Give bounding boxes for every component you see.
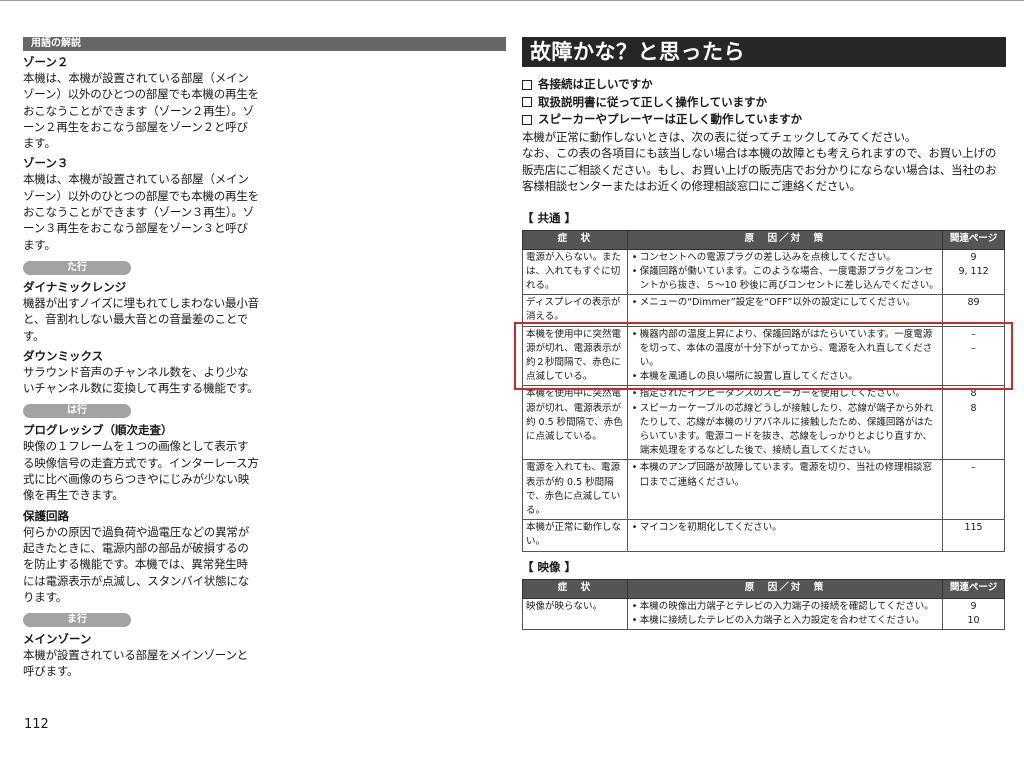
cause-item: マイコンを初期化してください。 bbox=[632, 521, 939, 535]
glossary-entry: ゾーン３ 本機は、本機が設置されている部屋（メインゾーン）以外のひとつの部屋でも本… bbox=[23, 155, 259, 252]
page-ref: 9, 112 bbox=[958, 265, 989, 277]
column-header-cause: 原 因／対 策 bbox=[626, 578, 944, 599]
intro-paragraph-2: なお、この表の各項目にも該当しない場合は本機の故障とも考えられますので、お買い上… bbox=[522, 146, 997, 193]
page-ref: 9 bbox=[970, 600, 977, 612]
symptom-cell: 映像が映らない。 bbox=[522, 597, 628, 630]
column-header-state: 症 状 bbox=[522, 229, 628, 250]
symptom-cell: 電源が入らない。または、入れてもすぐに切れる。 bbox=[522, 248, 628, 296]
glossary-body: ゾーン２ 本機は、本機が設置されている部屋（メインゾーン）以外のひとつの部屋でも本… bbox=[23, 54, 506, 680]
column-header-cause: 原 因／対 策 bbox=[626, 229, 944, 250]
checklist-item: 各接続は正しいですか bbox=[522, 76, 1006, 94]
glossary-description: 何らかの原因で過負荷や過電圧などの異常が起きたときに、電源内部の部品が破損するの… bbox=[23, 524, 249, 604]
cause-item: スピーカーケーブルの芯線どうしが接触したり、芯線が端子から外れたりして、芯線が本… bbox=[632, 402, 939, 459]
table-row: 映像が映らない。本機の映像出力端子とテレビの入力端子の接続を確認してください。本… bbox=[522, 597, 1005, 630]
table-row: 本機を使用中に突然電源が切れ、電源表示が約 0.5 秒間隔で、赤色に点滅している… bbox=[522, 385, 1005, 461]
page-ref: 9 bbox=[970, 251, 977, 263]
symptom-cell: 本機が正常に動作しない。 bbox=[522, 519, 628, 552]
glossary-entry: ゾーン２ 本機は、本機が設置されている部屋（メインゾーン）以外のひとつの部屋でも本… bbox=[23, 54, 259, 151]
page-ref: 10 bbox=[967, 614, 980, 626]
section-general-label: 【 共通 】 bbox=[522, 210, 577, 225]
checklist-item: スピーカーやプレーヤーは正しく動作していますか bbox=[522, 111, 1006, 129]
cause-cell: 本機のアンプ回路が故障しています。電源を切り、当社の修理相談窓口までご連絡くださ… bbox=[626, 459, 944, 521]
page-ref-cell: 9 10 bbox=[942, 597, 1005, 630]
cause-cell: コンセントへの電源プラグの差し込みを点検してください。保護回路が働いています。こ… bbox=[626, 248, 944, 296]
table-row: 電源が入らない。または、入れてもすぐに切れる。コンセントへの電源プラグの差し込み… bbox=[522, 248, 1005, 296]
column-header-state: 症 状 bbox=[522, 578, 628, 599]
column-header-page: 関連ページ bbox=[942, 578, 1005, 599]
table-row: 電源を入れても、電源表示が約 0.5 秒間隔で、赤色に点滅している。本機のアンプ… bbox=[522, 459, 1005, 521]
page-ref: 8 bbox=[970, 402, 977, 414]
glossary-section-pill: ま行 bbox=[23, 613, 131, 628]
cause-item: 保護回路が働いています。このような場合、一度電源プラグをコンセントから抜き、５～… bbox=[632, 265, 939, 293]
column-header-page: 関連ページ bbox=[942, 229, 1005, 250]
table-row: 本機が正常に動作しない。マイコンを初期化してください。 115 bbox=[522, 519, 1005, 552]
glossary-description: 本機は、本機が設置されている部屋（メインゾーン）以外のひとつの部屋でも本機の再生… bbox=[23, 172, 259, 252]
checkbox-icon bbox=[522, 114, 532, 125]
page-ref-cell: – bbox=[942, 459, 1005, 521]
glossary-description: 映像の１フレームを１つの画像として表示する映像信号の走査方式です。インターレース… bbox=[23, 439, 259, 503]
glossary-description: サラウンド音声のチャンネル数を、より少ないチャンネル数に変換して再生する機能です… bbox=[23, 364, 259, 396]
glossary-column: 用語の解説 ゾーン２ 本機は、本機が設置されている部屋（メインゾーン）以外のひとつ… bbox=[23, 37, 506, 680]
page-title: 故障かな？と思ったら bbox=[522, 37, 1006, 67]
cause-item: 本機に接続したテレビの入力端子と入力設定を合わせてください。 bbox=[632, 614, 939, 628]
glossary-term: ゾーン２ bbox=[23, 55, 69, 69]
page-ref: 89 bbox=[967, 297, 980, 309]
cause-item: 本機の映像出力端子とテレビの入力端子の接続を確認してください。 bbox=[632, 600, 939, 614]
symptom-cell: 本機を使用中に突然電源が切れ、電源表示が約 0.5 秒間隔で、赤色に点滅している… bbox=[522, 385, 628, 461]
checkbox-icon bbox=[522, 79, 532, 90]
cause-cell: 本機の映像出力端子とテレビの入力端子の接続を確認してください。本機に接続したテレ… bbox=[626, 597, 944, 630]
page-ref: 115 bbox=[964, 522, 983, 534]
page-ref-cell: 115 bbox=[942, 519, 1005, 552]
glossary-header: 用語の解説 bbox=[23, 37, 506, 51]
checklist: 各接続は正しいですか 取扱説明書に従って正しく操作していますか スピーカーやプレ… bbox=[522, 76, 1006, 129]
cause-cell: 指定されたインピーダンスのスピーカーを使用してください。スピーカーケーブルの芯線… bbox=[626, 385, 944, 461]
video-trouble-table: 症 状 原 因／対 策 関連ページ 映像が映らない。本機の映像出力端子とテレビの… bbox=[522, 578, 1005, 630]
glossary-term: 保護回路 bbox=[23, 508, 69, 523]
cause-item: 本機のアンプ回路が故障しています。電源を切り、当社の修理相談窓口までご連絡くださ… bbox=[632, 461, 939, 489]
cause-cell: マイコンを初期化してください。 bbox=[626, 519, 944, 552]
intro-paragraph-1: 本機が正常に動作しないときは、次の表に従ってチェックしてみてください。 bbox=[522, 129, 917, 144]
section-video-label: 【 映像 】 bbox=[522, 559, 577, 574]
glossary-description: 機器が出すノイズに埋もれてしまわない最小音と、音割れしない最大音との音量差のこと… bbox=[23, 295, 259, 343]
page-ref-cell: 9 9, 112 bbox=[942, 248, 1005, 296]
glossary-term: プログレッシブ（順次走査） bbox=[23, 423, 173, 438]
symptom-cell: 電源を入れても、電源表示が約 0.5 秒間隔で、赤色に点滅している。 bbox=[522, 459, 628, 521]
page-number: 112 bbox=[24, 717, 49, 732]
glossary-section-pill: た行 bbox=[23, 260, 131, 275]
checklist-item: 取扱説明書に従って正しく操作していますか bbox=[522, 94, 1006, 112]
glossary-description: 本機は、本機が設置されている部屋（メインゾーン）以外のひとつの部屋でも本機の再生… bbox=[23, 71, 259, 151]
page-ref: – bbox=[971, 462, 976, 474]
glossary-term: ゾーン３ bbox=[23, 156, 69, 171]
page-ref-cell: 88 bbox=[942, 385, 1005, 461]
glossary-term: ダウンミックス bbox=[23, 348, 104, 363]
highlight-box bbox=[513, 322, 1013, 390]
cause-item: コンセントへの電源プラグの差し込みを点検してください。 bbox=[632, 251, 939, 265]
general-trouble-table: 症 状 原 因／対 策 関連ページ 電源が入らない。または、入れてもすぐに切れる… bbox=[522, 229, 1005, 552]
glossary-term: ダイナミックレンジ bbox=[23, 279, 127, 294]
glossary-section-pill: は行 bbox=[23, 404, 131, 419]
glossary-entry: 保護回路 何らかの原因で過負荷や過電圧などの異常が起きたときに、電源内部の部品が破… bbox=[23, 508, 259, 605]
checkbox-icon bbox=[522, 97, 532, 108]
glossary-entry: プログレッシブ（順次走査） 映像の１フレームを１つの画像として表示する映像信号の走… bbox=[23, 422, 259, 503]
page-top-rule bbox=[0, 0, 1024, 1]
glossary-entry: メインゾーン 本機が設置されている部屋をメインゾーンと呼びます。 bbox=[23, 631, 259, 680]
glossary-term: メインゾーン bbox=[23, 632, 92, 647]
glossary-entry: ダイナミックレンジ 機器が出すノイズに埋もれてしまわない最小音と、音割れしない最大… bbox=[23, 279, 259, 344]
glossary-description: 本機が設置されている部屋をメインゾーンと呼びます。 bbox=[23, 648, 249, 679]
cause-item: メニューの“Dimmer”設定を“OFF”以外の設定にしてください。 bbox=[632, 296, 939, 310]
glossary-entry: ダウンミックス サラウンド音声のチャンネル数を、より少ないチャンネル数に変換して再… bbox=[23, 348, 259, 397]
